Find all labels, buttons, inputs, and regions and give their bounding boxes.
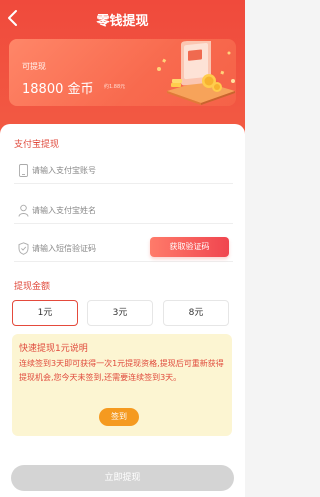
notice-body: 连续签到3天即可获得一次1元提现资格,提现后可重新获得提现机会,您今天未签到,还… [19,359,224,382]
page-title: 零钱提现 [96,14,149,29]
balance-approx: 约1.88元 [104,84,126,90]
nav-bar: 零钱提现 [0,0,245,38]
shield-check-icon [18,242,29,255]
sign-in-button[interactable]: 签到 [99,408,139,426]
amount-section-title: 提现金额 [14,282,51,292]
amount-option-1[interactable]: 1元 [12,300,78,326]
alipay-name-field [14,198,233,224]
notice-title: 快速提现1元说明 [19,344,88,354]
alipay-account-input[interactable] [32,162,152,178]
alipay-name-input[interactable] [32,202,152,218]
sms-code-input[interactable] [32,240,152,256]
balance-amount: 18800 金币 [22,82,94,97]
balance-label: 可提现 [22,62,46,71]
quick-withdraw-notice: 快速提现1元说明 连续签到3天即可获得一次1元提现资格,提现后可重新获得提现机会… [12,334,232,436]
amount-option-3[interactable]: 3元 [87,300,153,326]
user-icon [18,204,29,217]
balance-card: 可提现 18800 金币 约1.88元 [9,39,236,106]
alipay-account-field [14,158,233,184]
phone-coins-illustration [157,41,235,105]
withdraw-now-button[interactable]: 立即提现 [11,465,234,491]
phone-icon [19,164,28,177]
get-code-button[interactable]: 获取验证码 [150,237,229,257]
amount-option-8[interactable]: 8元 [163,300,229,326]
sms-code-field: 获取验证码 [14,236,233,262]
alipay-section-title: 支付宝提现 [14,140,60,150]
